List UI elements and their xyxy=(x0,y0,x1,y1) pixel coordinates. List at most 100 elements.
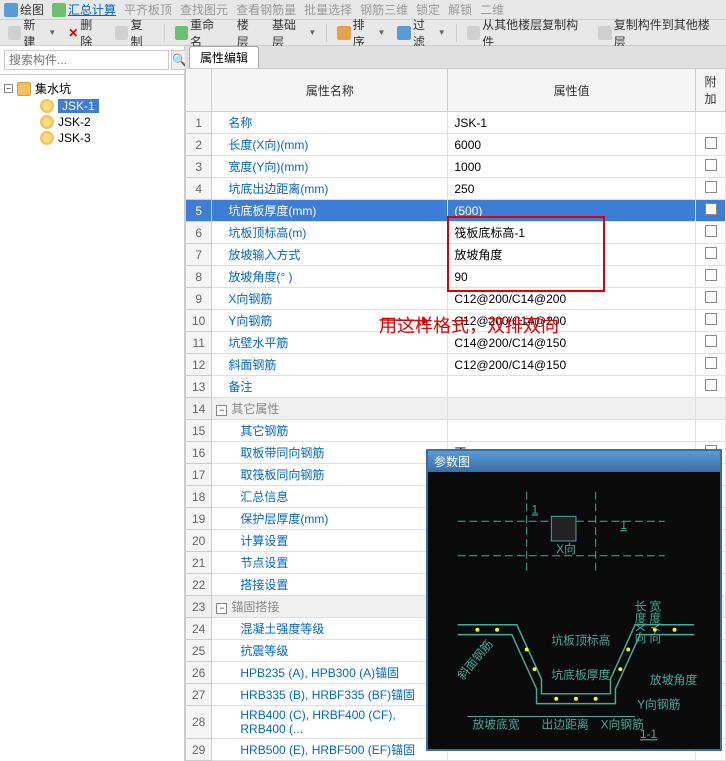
property-value[interactable]: 放坡角度 xyxy=(448,244,696,266)
attach-cell xyxy=(696,354,726,376)
tab-bar: 属性编辑 xyxy=(185,46,726,68)
row-number: 13 xyxy=(186,376,212,398)
diagram-title: 参数图 xyxy=(428,451,720,472)
svg-text:X向: X向 xyxy=(556,542,576,556)
property-row[interactable]: 10Y向钢筋C12@200/C14@200 xyxy=(186,310,726,332)
attach-cell xyxy=(696,376,726,398)
attach-checkbox[interactable] xyxy=(705,181,717,193)
header-attach: 附加 xyxy=(696,69,726,112)
attach-cell xyxy=(696,178,726,200)
svg-text:长度X向: 长度X向 xyxy=(633,600,647,643)
property-value[interactable]: C14@200/C14@150 xyxy=(448,332,696,354)
collapse-icon[interactable]: − xyxy=(216,405,227,416)
chevron-down-icon: ▼ xyxy=(48,28,56,37)
attach-checkbox[interactable] xyxy=(705,203,717,215)
property-name: 坑底板厚度(mm) xyxy=(212,200,448,222)
property-row[interactable]: 3宽度(Y向)(mm)1000 xyxy=(186,156,726,178)
row-number: 25 xyxy=(186,640,212,662)
attach-cell xyxy=(696,332,726,354)
left-panel: 🔍 − 集水坑 JSK-1 JSK-2 JSK-3 xyxy=(0,46,185,761)
diagram-content: 1 1 X向 坑板顶标高 坑底板厚度 xyxy=(428,472,720,750)
attach-checkbox[interactable] xyxy=(705,291,717,303)
tree-root[interactable]: − 集水坑 xyxy=(4,79,180,98)
property-value[interactable] xyxy=(448,398,696,420)
property-value[interactable]: C12@200/C14@150 xyxy=(448,354,696,376)
svg-text:Y向钢筋: Y向钢筋 xyxy=(637,698,681,712)
attach-cell xyxy=(696,244,726,266)
svg-text:坑板顶标高: 坑板顶标高 xyxy=(551,634,610,648)
component-icon xyxy=(40,99,54,113)
tree-item-jsk1[interactable]: JSK-1 xyxy=(40,98,180,114)
collapse-icon[interactable]: − xyxy=(216,603,227,614)
attach-cell xyxy=(696,420,726,442)
property-value[interactable]: 250 xyxy=(448,178,696,200)
attach-checkbox[interactable] xyxy=(705,247,717,259)
row-number: 2 xyxy=(186,134,212,156)
collapse-icon[interactable]: − xyxy=(4,84,13,93)
row-number: 26 xyxy=(186,662,212,684)
property-row[interactable]: 9X向钢筋C12@200/C14@200 xyxy=(186,288,726,310)
attach-checkbox[interactable] xyxy=(705,357,717,369)
row-number: 20 xyxy=(186,530,212,552)
property-row[interactable]: 1名称JSK-1 xyxy=(186,112,726,134)
attach-cell xyxy=(696,288,726,310)
property-value[interactable]: C12@200/C14@200 xyxy=(448,310,696,332)
row-number: 27 xyxy=(186,684,212,706)
property-row[interactable]: 6坑板顶标高(m)筏板底标高-1 xyxy=(186,222,726,244)
row-number: 12 xyxy=(186,354,212,376)
svg-text:斜面钢筋: 斜面钢筋 xyxy=(455,637,496,682)
attach-checkbox[interactable] xyxy=(705,137,717,149)
header-value: 属性值 xyxy=(448,69,696,112)
copy-to-icon xyxy=(598,26,612,40)
property-value[interactable] xyxy=(448,420,696,442)
row-number: 17 xyxy=(186,464,212,486)
search-box: 🔍 xyxy=(0,46,184,75)
property-name: 放坡输入方式 xyxy=(212,244,448,266)
attach-checkbox[interactable] xyxy=(705,225,717,237)
property-row[interactable]: 13备注 xyxy=(186,376,726,398)
attach-cell xyxy=(696,200,726,222)
component-icon xyxy=(40,131,54,145)
attach-checkbox[interactable] xyxy=(705,379,717,391)
property-value[interactable] xyxy=(448,376,696,398)
property-row[interactable]: 14−其它属性 xyxy=(186,398,726,420)
tree-item-jsk3[interactable]: JSK-3 xyxy=(40,130,180,146)
attach-checkbox[interactable] xyxy=(705,313,717,325)
search-input[interactable] xyxy=(4,50,169,70)
property-name: 坑底出边距离(mm) xyxy=(212,178,448,200)
property-value[interactable]: 筏板底标高-1 xyxy=(448,222,696,244)
attach-checkbox[interactable] xyxy=(705,335,717,347)
property-value[interactable]: JSK-1 xyxy=(448,112,696,134)
attach-checkbox[interactable] xyxy=(705,159,717,171)
property-name: 长度(X向)(mm) xyxy=(212,134,448,156)
tab-property-edit[interactable]: 属性编辑 xyxy=(189,46,259,68)
property-name: 其它钢筋 xyxy=(212,420,448,442)
property-row[interactable]: 5坑底板厚度(mm)(500) xyxy=(186,200,726,222)
property-value[interactable]: (500) xyxy=(448,200,696,222)
property-row[interactable]: 7放坡输入方式放坡角度 xyxy=(186,244,726,266)
header-num xyxy=(186,69,212,112)
property-value[interactable]: 1000 xyxy=(448,156,696,178)
property-name: 混凝土强度等级 xyxy=(212,618,448,640)
attach-checkbox[interactable] xyxy=(705,269,717,281)
property-value[interactable]: 90 xyxy=(448,266,696,288)
property-row[interactable]: 2长度(X向)(mm)6000 xyxy=(186,134,726,156)
property-value[interactable]: 6000 xyxy=(448,134,696,156)
property-row[interactable]: 15其它钢筋 xyxy=(186,420,726,442)
property-row[interactable]: 12斜面钢筋C12@200/C14@150 xyxy=(186,354,726,376)
svg-text:1: 1 xyxy=(620,518,627,532)
attach-cell xyxy=(696,398,726,420)
row-number: 23 xyxy=(186,596,212,618)
row-number: 21 xyxy=(186,552,212,574)
filter-icon xyxy=(397,26,410,40)
property-row[interactable]: 8放坡角度(° )90 xyxy=(186,266,726,288)
diagram-window[interactable]: 参数图 1 1 X向 xyxy=(426,449,722,751)
property-value[interactable]: C12@200/C14@200 xyxy=(448,288,696,310)
row-number: 10 xyxy=(186,310,212,332)
property-row[interactable]: 11坑壁水平筋C14@200/C14@150 xyxy=(186,332,726,354)
tree-item-jsk2[interactable]: JSK-2 xyxy=(40,114,180,130)
svg-text:坑底板厚度: 坑底板厚度 xyxy=(551,668,610,682)
svg-text:1: 1 xyxy=(532,502,539,516)
property-row[interactable]: 4坑底出边距离(mm)250 xyxy=(186,178,726,200)
right-panel: 属性编辑 属性名称 属性值 附加 1名称JSK-12长度(X向)(mm)6000… xyxy=(185,46,726,761)
